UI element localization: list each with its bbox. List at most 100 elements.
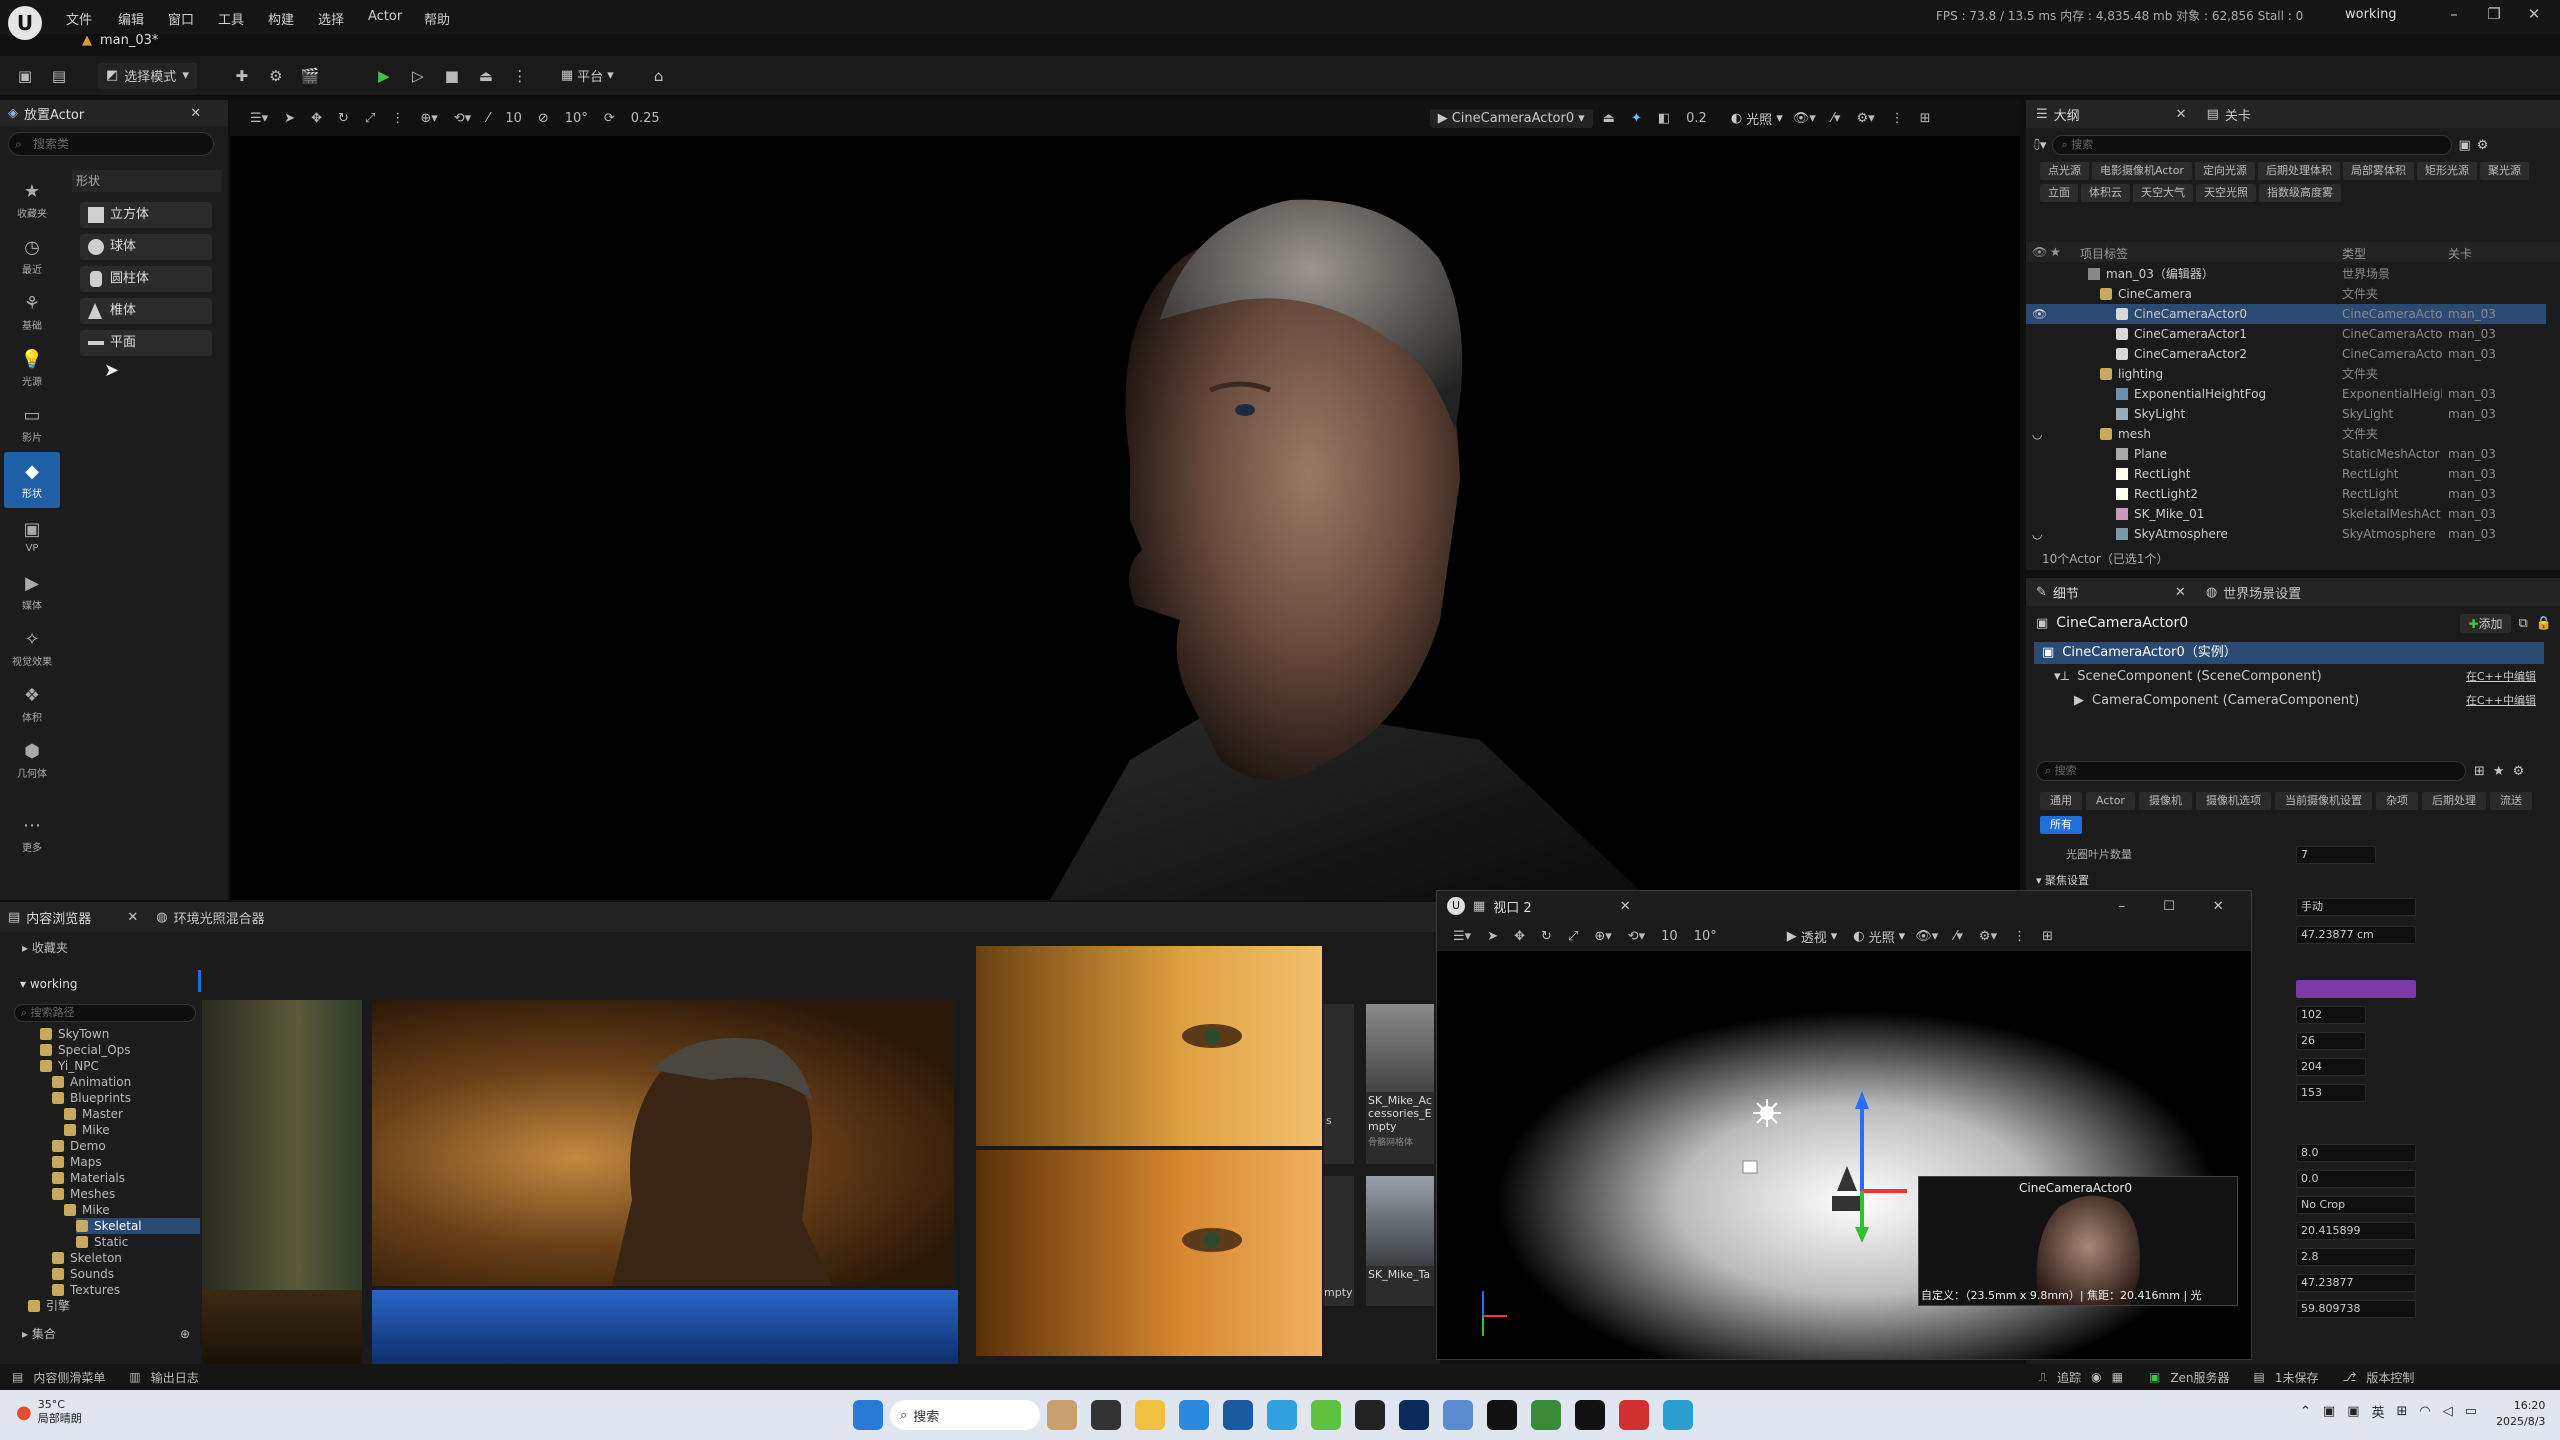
source-control-button[interactable]: 版本控制 <box>2366 1369 2414 1386</box>
folder-item[interactable]: Yi_NPC <box>40 1058 99 1074</box>
surface-snap-icon[interactable]: ⟲▾ <box>448 111 477 126</box>
outliner-row[interactable]: RectLight RectLight man_03 <box>2026 464 2546 484</box>
wifi-icon[interactable]: ◠ <box>2419 1404 2430 1419</box>
filter-chip[interactable]: 定向光源 <box>2194 162 2255 180</box>
viewport-settings-icon[interactable]: ⚙▾ <box>1973 929 2003 944</box>
viewport2-titlebar[interactable]: U ▦ 视口 2 ✕ – ☐ ✕ <box>1437 891 2251 921</box>
viewport-options-icon[interactable]: ☰▾ <box>1447 929 1477 944</box>
menu-window[interactable]: 窗口 <box>168 9 194 28</box>
folder-item[interactable]: Meshes <box>52 1186 115 1202</box>
filter-chip[interactable]: 后期处理体积 <box>2257 162 2340 180</box>
category-tab[interactable]: 摄像机 <box>2138 792 2192 810</box>
maximize-icon[interactable]: ☐ <box>2163 899 2175 914</box>
category-favorites[interactable]: ★ 收藏夹 <box>4 172 60 228</box>
menu-edit[interactable]: 编辑 <box>118 9 144 28</box>
document-tab[interactable]: ▲ man_03* <box>72 28 168 52</box>
filter-chip[interactable]: 指数级高度雾 <box>2259 184 2341 202</box>
close-tab-icon[interactable]: ✕ <box>190 106 201 121</box>
create-folder-icon[interactable]: ▣ <box>2458 138 2470 153</box>
unreal-logo-icon[interactable]: U <box>8 6 42 40</box>
tab-details[interactable]: 细节 <box>2053 583 2079 602</box>
platforms-dropdown[interactable]: ▦ 平台 ▾ <box>561 66 614 85</box>
tray-app-icon[interactable]: ▣ <box>2323 1404 2335 1419</box>
rotation-snap-value[interactable]: 10° <box>559 111 594 126</box>
property-field[interactable]: 59.809738 <box>2296 1300 2416 1318</box>
outliner-row[interactable]: SK_Mike_01 SkeletalMeshAct man_03 <box>2026 504 2546 524</box>
ime-indicator[interactable]: 英 <box>2372 1402 2385 1421</box>
chevron-up-icon[interactable]: ⌃ <box>2300 1404 2311 1419</box>
scale-snap-value[interactable]: 0.25 <box>625 111 666 126</box>
camera-speed-value[interactable]: 0.2 <box>1680 111 1713 126</box>
lit-mode-dropdown[interactable]: ◐ 光照 ▾ <box>1853 927 1905 946</box>
category-tab[interactable]: Actor <box>2086 792 2135 810</box>
layout-icon[interactable]: ⊞ <box>2036 929 2059 944</box>
eject-pilot-icon[interactable]: ⏏ <box>1597 111 1621 126</box>
shape-cone[interactable]: 椎体 <box>80 298 212 324</box>
asset-tile-sk-mike-accessories[interactable]: SK_Mike_Accessories_Empty 骨骼网格体 <box>1366 1004 1434 1164</box>
edit-in-cpp-link[interactable]: 在C++中编辑 <box>2466 666 2536 688</box>
filter-chip[interactable]: 聚光源 <box>2479 162 2529 180</box>
select-tool-icon[interactable]: ➤ <box>278 111 301 126</box>
blueprint-icon[interactable]: ⧉ <box>2519 616 2528 631</box>
app-icon[interactable] <box>1443 1400 1473 1430</box>
category-basic[interactable]: ⚘ 基础 <box>4 284 60 340</box>
asset-thumbnail[interactable] <box>372 1290 958 1364</box>
outliner-row[interactable]: ◡ mesh 文件夹 <box>2026 424 2546 444</box>
collections-section[interactable]: ▸ 集合 ⊕ <box>22 1326 190 1342</box>
asset-tile[interactable]: s <box>1324 1004 1354 1164</box>
app-icon[interactable] <box>1487 1400 1517 1430</box>
folder-item[interactable]: Special_Ops <box>40 1042 131 1058</box>
app-icon[interactable] <box>1311 1400 1341 1430</box>
unreal-icon[interactable] <box>1575 1400 1605 1430</box>
column-label[interactable]: 项目标签 <box>2080 245 2128 262</box>
trace-button[interactable]: 追踪 <box>2057 1369 2081 1386</box>
filter-chip[interactable]: 局部雾体积 <box>2342 162 2414 180</box>
category-shapes[interactable]: ◆ 形状 <box>4 452 60 508</box>
category-tab[interactable]: 摄像机选项 <box>2195 792 2271 810</box>
category-tab-all[interactable]: 所有 <box>2040 816 2082 834</box>
focal-length-field[interactable]: 20.415899 <box>2296 1222 2416 1240</box>
working-root[interactable]: ▾ working <box>20 976 77 992</box>
folder-item[interactable]: Mike <box>64 1122 110 1138</box>
focus-method-dropdown[interactable]: 手动 <box>2296 898 2416 916</box>
minimize-icon[interactable]: – <box>2436 5 2472 29</box>
menu-tools[interactable]: 工具 <box>218 9 244 28</box>
color-r-field[interactable]: 102 <box>2296 1006 2366 1024</box>
add-collection-icon[interactable]: ⊕ <box>180 1326 190 1342</box>
level-viewport[interactable] <box>230 100 2020 900</box>
surface-snap-icon[interactable]: ⟲▾ <box>1622 929 1651 944</box>
settings-icon[interactable]: ⌂ <box>646 63 672 89</box>
aperture-field[interactable]: 2.8 <box>2296 1248 2416 1266</box>
filter-chip[interactable]: 立面 <box>2040 184 2078 202</box>
battery-icon[interactable]: ▭ <box>2465 1404 2477 1419</box>
camera-pilot-dropdown[interactable]: ▶ CineCameraActor0 ▾ <box>1429 108 1593 128</box>
crop-preset-dropdown[interactable]: No Crop <box>2296 1196 2416 1214</box>
aperture-blades-field[interactable]: 7 <box>2296 846 2376 864</box>
viewport-settings-icon[interactable]: ⚙▾ <box>1850 111 1880 126</box>
folder-item[interactable]: Blueprints <box>52 1090 131 1106</box>
folder-item[interactable]: 引擎 <box>28 1298 70 1314</box>
place-actor-search-input[interactable]: ⌕ 搜索类 <box>8 132 214 156</box>
taskbar-search[interactable]: ⌕ 搜索 <box>890 1400 1040 1430</box>
outliner-row-selected[interactable]: 👁 CineCameraActor0 CineCameraActo man_03 <box>2026 304 2546 324</box>
filter-chip[interactable]: 矩形光源 <box>2416 162 2477 180</box>
more-icon[interactable]: ⋮ <box>385 111 410 126</box>
rotate-tool-icon[interactable]: ↻ <box>1535 929 1558 944</box>
move-tool-icon[interactable]: ✥ <box>1508 929 1531 944</box>
folder-item[interactable]: Sounds <box>52 1266 114 1282</box>
color-b-field[interactable]: 204 <box>2296 1058 2366 1076</box>
shape-cylinder[interactable]: 圆柱体 <box>80 266 212 292</box>
filter-chip[interactable]: 体积云 <box>2081 184 2130 202</box>
star-icon[interactable]: ★ <box>2493 764 2505 779</box>
column-level[interactable]: 关卡 <box>2448 245 2472 262</box>
folder-item[interactable]: Static <box>76 1234 128 1250</box>
world-local-icon[interactable]: ⊕▾ <box>414 111 443 126</box>
path-search-input[interactable]: ⌕ 搜索路径 <box>14 1004 196 1022</box>
filter-chip[interactable]: 点光源 <box>2040 162 2089 180</box>
focus-settings-header[interactable]: ▾ 聚焦设置 <box>2036 872 2089 888</box>
store-icon[interactable] <box>1223 1400 1253 1430</box>
layout-icon[interactable]: ⊞ <box>1914 111 1937 126</box>
add-component-button[interactable]: ✚添加 <box>2460 613 2511 633</box>
outliner-row[interactable]: CineCameraActor2 CineCameraActo man_03 <box>2026 344 2546 364</box>
folder-item[interactable]: Textures <box>52 1282 120 1298</box>
